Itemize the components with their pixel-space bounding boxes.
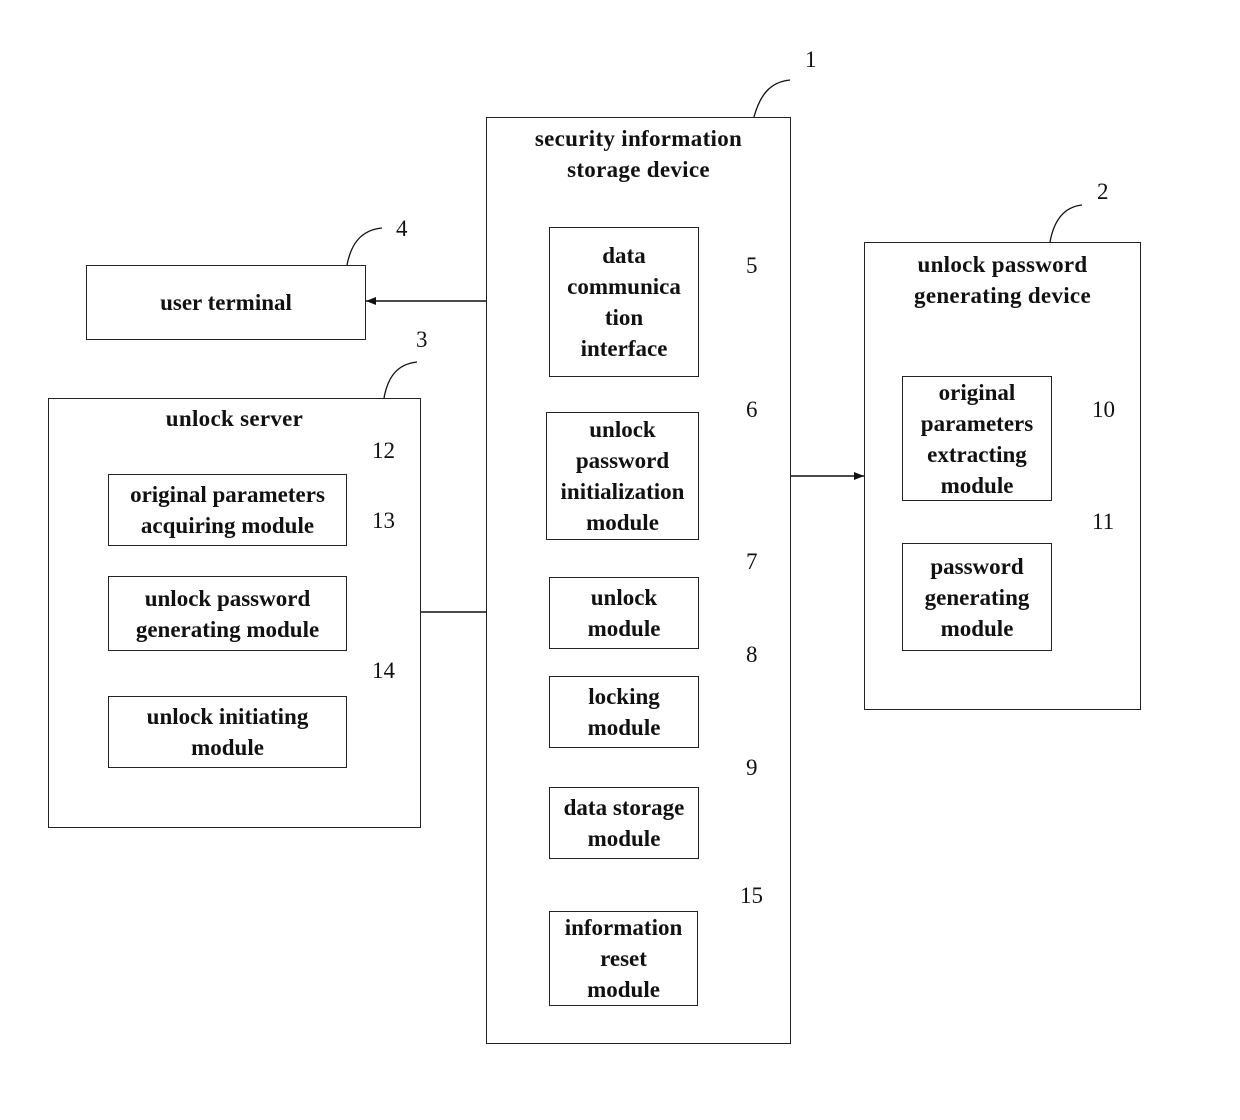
module-label: unlock initiating module	[146, 704, 309, 760]
module-label: data storage module	[563, 795, 685, 851]
ref-number-2: 2	[1097, 179, 1109, 204]
module-label: locking module	[587, 684, 661, 740]
leader-4	[346, 227, 383, 266]
device-title: security information storage device	[534, 126, 743, 182]
ref-number-7: 7	[746, 549, 758, 574]
ref-number-8: 8	[746, 642, 758, 667]
ref-number-6: 6	[746, 397, 758, 422]
leader-2	[1049, 204, 1083, 243]
module-label: information reset module	[564, 915, 683, 1002]
data-communication-interface: data communica tion interface	[549, 227, 699, 377]
ref-number-15: 15	[740, 883, 763, 908]
ref-number-3: 3	[416, 327, 428, 352]
module-label: original parameters acquiring module	[130, 482, 325, 538]
module-label: unlock module	[587, 585, 661, 641]
module-label: unlock password initialization module	[560, 417, 685, 535]
information-reset-module: information reset module	[549, 911, 698, 1006]
ref-number-9: 9	[746, 755, 758, 780]
unlock-initiating-module: unlock initiating module	[108, 696, 347, 768]
ref-number-4: 4	[396, 216, 408, 241]
unlock-password-generating-module: unlock password generating module	[108, 576, 347, 651]
ref-number-1: 1	[805, 47, 817, 72]
module-label: original parameters extracting module	[920, 379, 1034, 498]
original-parameters-extracting-module: original parameters extracting module	[902, 376, 1052, 501]
ref-number-11: 11	[1092, 509, 1115, 534]
data-storage-module: data storage module	[549, 787, 699, 859]
password-generating-module: password generating module	[902, 543, 1052, 651]
module-label: unlock password generating module	[135, 585, 320, 642]
leader-1	[753, 79, 791, 118]
module-label: data communica tion interface	[567, 243, 681, 361]
unlock-password-initialization-module: unlock password initialization module	[546, 412, 699, 540]
user-terminal: user terminal	[86, 265, 366, 340]
locking-module: locking module	[549, 676, 699, 748]
ref-number-13: 13	[372, 508, 395, 533]
unlock-module: unlock module	[549, 577, 699, 649]
module-label: password generating module	[924, 553, 1030, 641]
device-title: unlock password generating device	[914, 252, 1091, 308]
ref-number-10: 10	[1092, 397, 1115, 422]
user-terminal-label: user terminal	[160, 290, 292, 315]
original-parameters-acquiring-module: original parameters acquiring module	[108, 474, 347, 546]
ref-number-14: 14	[372, 658, 395, 683]
leader-3	[383, 361, 418, 399]
ref-number-12: 12	[372, 438, 395, 463]
ref-number-5: 5	[746, 253, 758, 278]
device-title: unlock server	[165, 406, 304, 431]
